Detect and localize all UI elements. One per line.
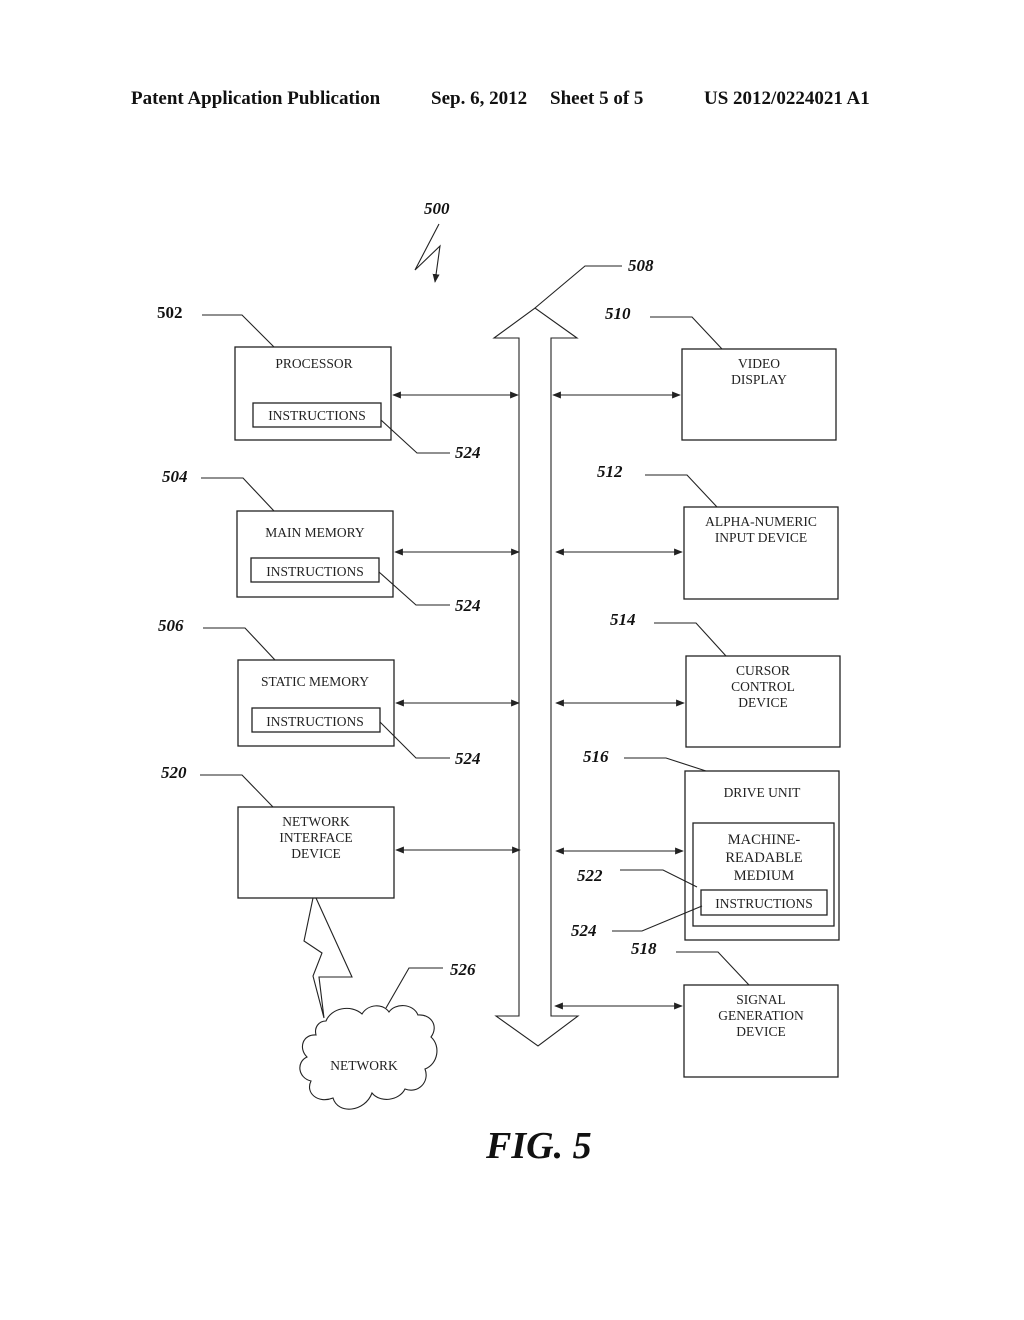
medium-label-line2: READABLE <box>725 850 802 866</box>
processor-block: 502 PROCESSOR INSTRUCTIONS 524 <box>157 303 519 462</box>
network-interface-label-line2: INTERFACE <box>279 830 352 845</box>
ref-502: 502 <box>157 303 183 322</box>
ref-508: 508 <box>628 256 654 275</box>
ref-526: 526 <box>450 960 476 979</box>
main-memory-box <box>236 510 394 598</box>
network-interface-label-line1: NETWORK <box>282 814 350 829</box>
figure-caption: FIG. 5 <box>485 1125 592 1167</box>
figure-5-diagram: 500 508 502 PROCESSOR INSTRUCTIONS 524 5… <box>157 199 841 1167</box>
signal-generation-block: 518 SIGNAL GENERATION DEVICE <box>554 939 839 1078</box>
alphanumeric-input-label-line1: ALPHA-NUMERIC <box>705 514 817 529</box>
static-memory-block: 506 STATIC MEMORY INSTRUCTIONS 524 <box>158 616 520 768</box>
leader-506 <box>203 627 276 661</box>
drive-unit-block: 516 DRIVE UNIT MACHINE- READABLE MEDIUM … <box>555 747 840 941</box>
ref-504: 504 <box>162 467 188 486</box>
leader-526 <box>385 967 443 1009</box>
signal-generation-label-line1: SIGNAL <box>736 992 786 1007</box>
network-interface-label-line3: DEVICE <box>291 846 341 861</box>
system-pointer-squiggle <box>414 223 441 283</box>
network-label: NETWORK <box>330 1058 398 1073</box>
leader-520 <box>200 774 274 808</box>
leader-512 <box>645 474 718 508</box>
drive-instructions-label: INSTRUCTIONS <box>715 896 813 911</box>
leader-524-main-memory <box>378 571 450 606</box>
ref-524-main-memory: 524 <box>455 596 481 615</box>
wireless-link-bolt-icon <box>303 897 353 1019</box>
drive-unit-label: DRIVE UNIT <box>724 785 802 800</box>
alphanumeric-input-label-line2: INPUT DEVICE <box>715 530 807 545</box>
network-interface-block: 520 NETWORK INTERFACE DEVICE <box>161 763 521 899</box>
main-memory-instructions-label: INSTRUCTIONS <box>266 564 364 579</box>
cursor-control-block: 514 CURSOR CONTROL DEVICE <box>555 610 841 748</box>
static-memory-label: STATIC MEMORY <box>261 674 369 689</box>
leader-524-static-memory <box>379 721 450 759</box>
medium-label-line1: MACHINE- <box>728 832 801 848</box>
ref-516: 516 <box>583 747 609 766</box>
bus-arrow <box>492 307 580 1047</box>
leader-508 <box>534 265 622 309</box>
cursor-control-label-line1: CURSOR <box>736 663 790 678</box>
main-memory-label: MAIN MEMORY <box>265 525 365 540</box>
leader-524-drive <box>612 905 703 932</box>
ref-522: 522 <box>577 866 603 885</box>
leader-518 <box>676 951 750 986</box>
ref-524-drive: 524 <box>571 921 597 940</box>
medium-label-line3: MEDIUM <box>734 868 795 884</box>
ref-500: 500 <box>424 199 450 218</box>
main-memory-block: 504 MAIN MEMORY INSTRUCTIONS 524 <box>162 467 520 615</box>
leader-514 <box>654 622 727 657</box>
ref-518: 518 <box>631 939 657 958</box>
leader-502 <box>202 314 275 348</box>
ref-506: 506 <box>158 616 184 635</box>
signal-generation-label-line3: DEVICE <box>736 1024 786 1039</box>
leader-504 <box>201 477 275 512</box>
ref-524-static-memory: 524 <box>455 749 481 768</box>
video-display-label-line2: DISPLAY <box>731 372 787 387</box>
video-display-block: 510 VIDEO DISPLAY <box>552 304 837 441</box>
ref-514: 514 <box>610 610 636 629</box>
network-cloud: NETWORK 526 <box>299 960 476 1110</box>
leader-510 <box>650 316 723 350</box>
signal-generation-label-line2: GENERATION <box>718 1008 804 1023</box>
leader-516 <box>624 757 707 772</box>
alphanumeric-input-block: 512 ALPHA-NUMERIC INPUT DEVICE <box>555 462 839 600</box>
ref-510: 510 <box>605 304 631 323</box>
ref-520: 520 <box>161 763 187 782</box>
static-memory-instructions-label: INSTRUCTIONS <box>266 714 364 729</box>
ref-524-processor: 524 <box>455 443 481 462</box>
processor-label: PROCESSOR <box>275 356 352 371</box>
cursor-control-label-line3: DEVICE <box>738 695 788 710</box>
ref-512: 512 <box>597 462 623 481</box>
video-display-label-line1: VIDEO <box>738 356 780 371</box>
cursor-control-label-line2: CONTROL <box>731 679 795 694</box>
processor-instructions-label: INSTRUCTIONS <box>268 408 366 423</box>
static-memory-box <box>237 659 395 747</box>
